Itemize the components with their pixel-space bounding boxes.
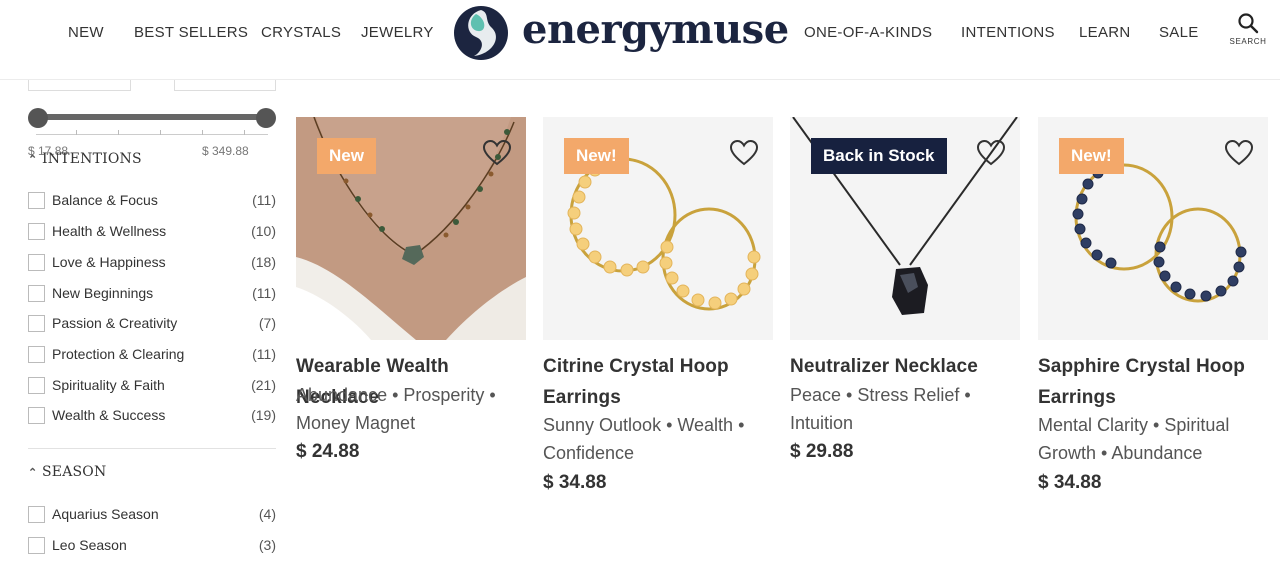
- filter-label: Wealth & Success: [52, 407, 166, 423]
- product-price: $ 29.88: [790, 441, 854, 462]
- slider-tick: [160, 130, 161, 135]
- product-tags: Mental Clarity • Spiritual Growth • Abun…: [1038, 415, 1230, 463]
- season-filter-title: SEASON: [42, 464, 107, 480]
- filter-label: New Beginnings: [52, 285, 154, 301]
- product-tags: Sunny Outlook • Wealth • Confidence: [543, 415, 745, 463]
- filter-checkbox[interactable]: [28, 346, 45, 363]
- slider-track: [36, 114, 268, 120]
- filter-checkbox[interactable]: [28, 315, 45, 332]
- filter-checkbox[interactable]: [28, 223, 45, 240]
- filter-label: Spirituality & Faith: [52, 377, 165, 393]
- product-image[interactable]: New!: [1038, 117, 1268, 340]
- slider-tick: [76, 130, 77, 135]
- product-tags: Abundance • Prosperity • Money Magnet: [296, 385, 496, 433]
- filter-checkbox[interactable]: [28, 407, 45, 424]
- filter-count: (7): [258, 315, 276, 331]
- filter-label: Balance & Focus: [52, 192, 158, 208]
- product-image[interactable]: New: [296, 117, 526, 340]
- product-image[interactable]: Back in Stock: [790, 117, 1020, 340]
- slider-max-handle[interactable]: [256, 108, 276, 128]
- filter-spirituality-faith[interactable]: Spirituality & Faith (21): [28, 375, 276, 397]
- site-header: NEW BEST SELLERS CRYSTALS JEWELRY energy…: [0, 0, 1280, 80]
- filter-wealth-success[interactable]: Wealth & Success (19): [28, 405, 276, 427]
- logo-wordmark: energymuse: [522, 6, 789, 53]
- product-price: $ 34.88: [543, 472, 607, 493]
- filter-aquarius-season[interactable]: Aquarius Season (4): [28, 504, 276, 526]
- filter-new-beginnings[interactable]: New Beginnings (11): [28, 283, 276, 305]
- product-price: $ 24.88: [296, 441, 360, 462]
- filter-love-happiness[interactable]: Love & Happiness (18): [28, 252, 276, 274]
- slider-base: [36, 134, 268, 135]
- filter-count: (3): [258, 537, 276, 553]
- product-price: $ 34.88: [1038, 472, 1102, 493]
- filter-checkbox[interactable]: [28, 254, 45, 271]
- filter-checkbox[interactable]: [28, 377, 45, 394]
- filter-balance-focus[interactable]: Balance & Focus (11): [28, 190, 276, 212]
- season-filter-toggle[interactable]: ⌃ SEASON: [28, 463, 106, 480]
- nav-jewelry[interactable]: JEWELRY: [361, 24, 434, 41]
- search-button[interactable]: SEARCH: [1228, 12, 1268, 56]
- filter-count: (4): [258, 506, 276, 522]
- nav-best-sellers[interactable]: BEST SELLERS: [134, 24, 248, 41]
- wishlist-heart-icon[interactable]: [976, 139, 1006, 167]
- wishlist-heart-icon[interactable]: [729, 139, 759, 167]
- filter-checkbox[interactable]: [28, 537, 45, 554]
- filter-label: Love & Happiness: [52, 254, 166, 270]
- filter-count: (11): [252, 192, 276, 208]
- chevron-up-icon: ⌃: [28, 467, 38, 479]
- price-max-label: $ 349.88: [202, 144, 249, 158]
- slider-tick: [244, 130, 245, 135]
- slider-tick: [118, 130, 119, 135]
- nav-learn[interactable]: LEARN: [1079, 24, 1131, 41]
- product-name[interactable]: Sapphire Crystal Hoop Earrings: [1038, 351, 1268, 413]
- nav-intentions[interactable]: INTENTIONS: [961, 24, 1055, 41]
- filter-label: Health & Wellness: [52, 223, 167, 239]
- intentions-filter-toggle[interactable]: ⌃ INTENTIONS: [28, 150, 142, 167]
- product-badge: New!: [564, 138, 629, 174]
- nav-sale[interactable]: SALE: [1159, 24, 1199, 41]
- logo-mark-icon: [454, 6, 508, 60]
- slider-min-handle[interactable]: [28, 108, 48, 128]
- nav-one-of-a-kinds[interactable]: ONE-OF-A-KINDS: [804, 24, 932, 41]
- filter-checkbox[interactable]: [28, 285, 45, 302]
- product-badge: Back in Stock: [811, 138, 947, 174]
- slider-tick: [202, 130, 203, 135]
- filter-count: (11): [252, 346, 276, 362]
- filter-count: (19): [251, 407, 276, 423]
- filter-count: (18): [251, 254, 276, 270]
- product-tags: Peace • Stress Relief • Intuition: [790, 385, 971, 433]
- product-badge: New!: [1059, 138, 1124, 174]
- wishlist-heart-icon[interactable]: [1224, 139, 1254, 167]
- filter-label: Leo Season: [52, 537, 127, 553]
- filter-count: (10): [251, 223, 276, 239]
- filter-divider: [28, 448, 276, 449]
- search-icon: [1238, 13, 1259, 34]
- product-badge: New: [317, 138, 376, 174]
- filter-label: Aquarius Season: [52, 506, 159, 522]
- filter-label: Passion & Creativity: [52, 315, 178, 331]
- filter-passion-creativity[interactable]: Passion & Creativity (7): [28, 313, 276, 335]
- price-range-slider[interactable]: [28, 108, 278, 148]
- intentions-filter-title: INTENTIONS: [42, 151, 142, 167]
- nav-crystals[interactable]: CRYSTALS: [261, 24, 341, 41]
- filter-count: (11): [252, 285, 276, 301]
- chevron-up-icon: ⌃: [28, 154, 38, 166]
- filter-checkbox[interactable]: [28, 192, 45, 209]
- product-image[interactable]: New!: [543, 117, 773, 340]
- product-name[interactable]: Neutralizer Necklace: [790, 351, 1020, 382]
- brand-logo[interactable]: energymuse: [452, 4, 789, 62]
- filter-label: Protection & Clearing: [52, 346, 185, 362]
- search-label: SEARCH: [1229, 37, 1267, 46]
- filter-health-wellness[interactable]: Health & Wellness (10): [28, 221, 276, 243]
- filter-protection-clearing[interactable]: Protection & Clearing (11): [28, 344, 276, 366]
- filter-count: (21): [251, 377, 276, 393]
- filter-checkbox[interactable]: [28, 506, 45, 523]
- wishlist-heart-icon[interactable]: [482, 139, 512, 167]
- product-name[interactable]: Citrine Crystal Hoop Earrings: [543, 351, 773, 413]
- nav-new[interactable]: NEW: [68, 24, 104, 41]
- filter-leo-season[interactable]: Leo Season (3): [28, 535, 276, 557]
